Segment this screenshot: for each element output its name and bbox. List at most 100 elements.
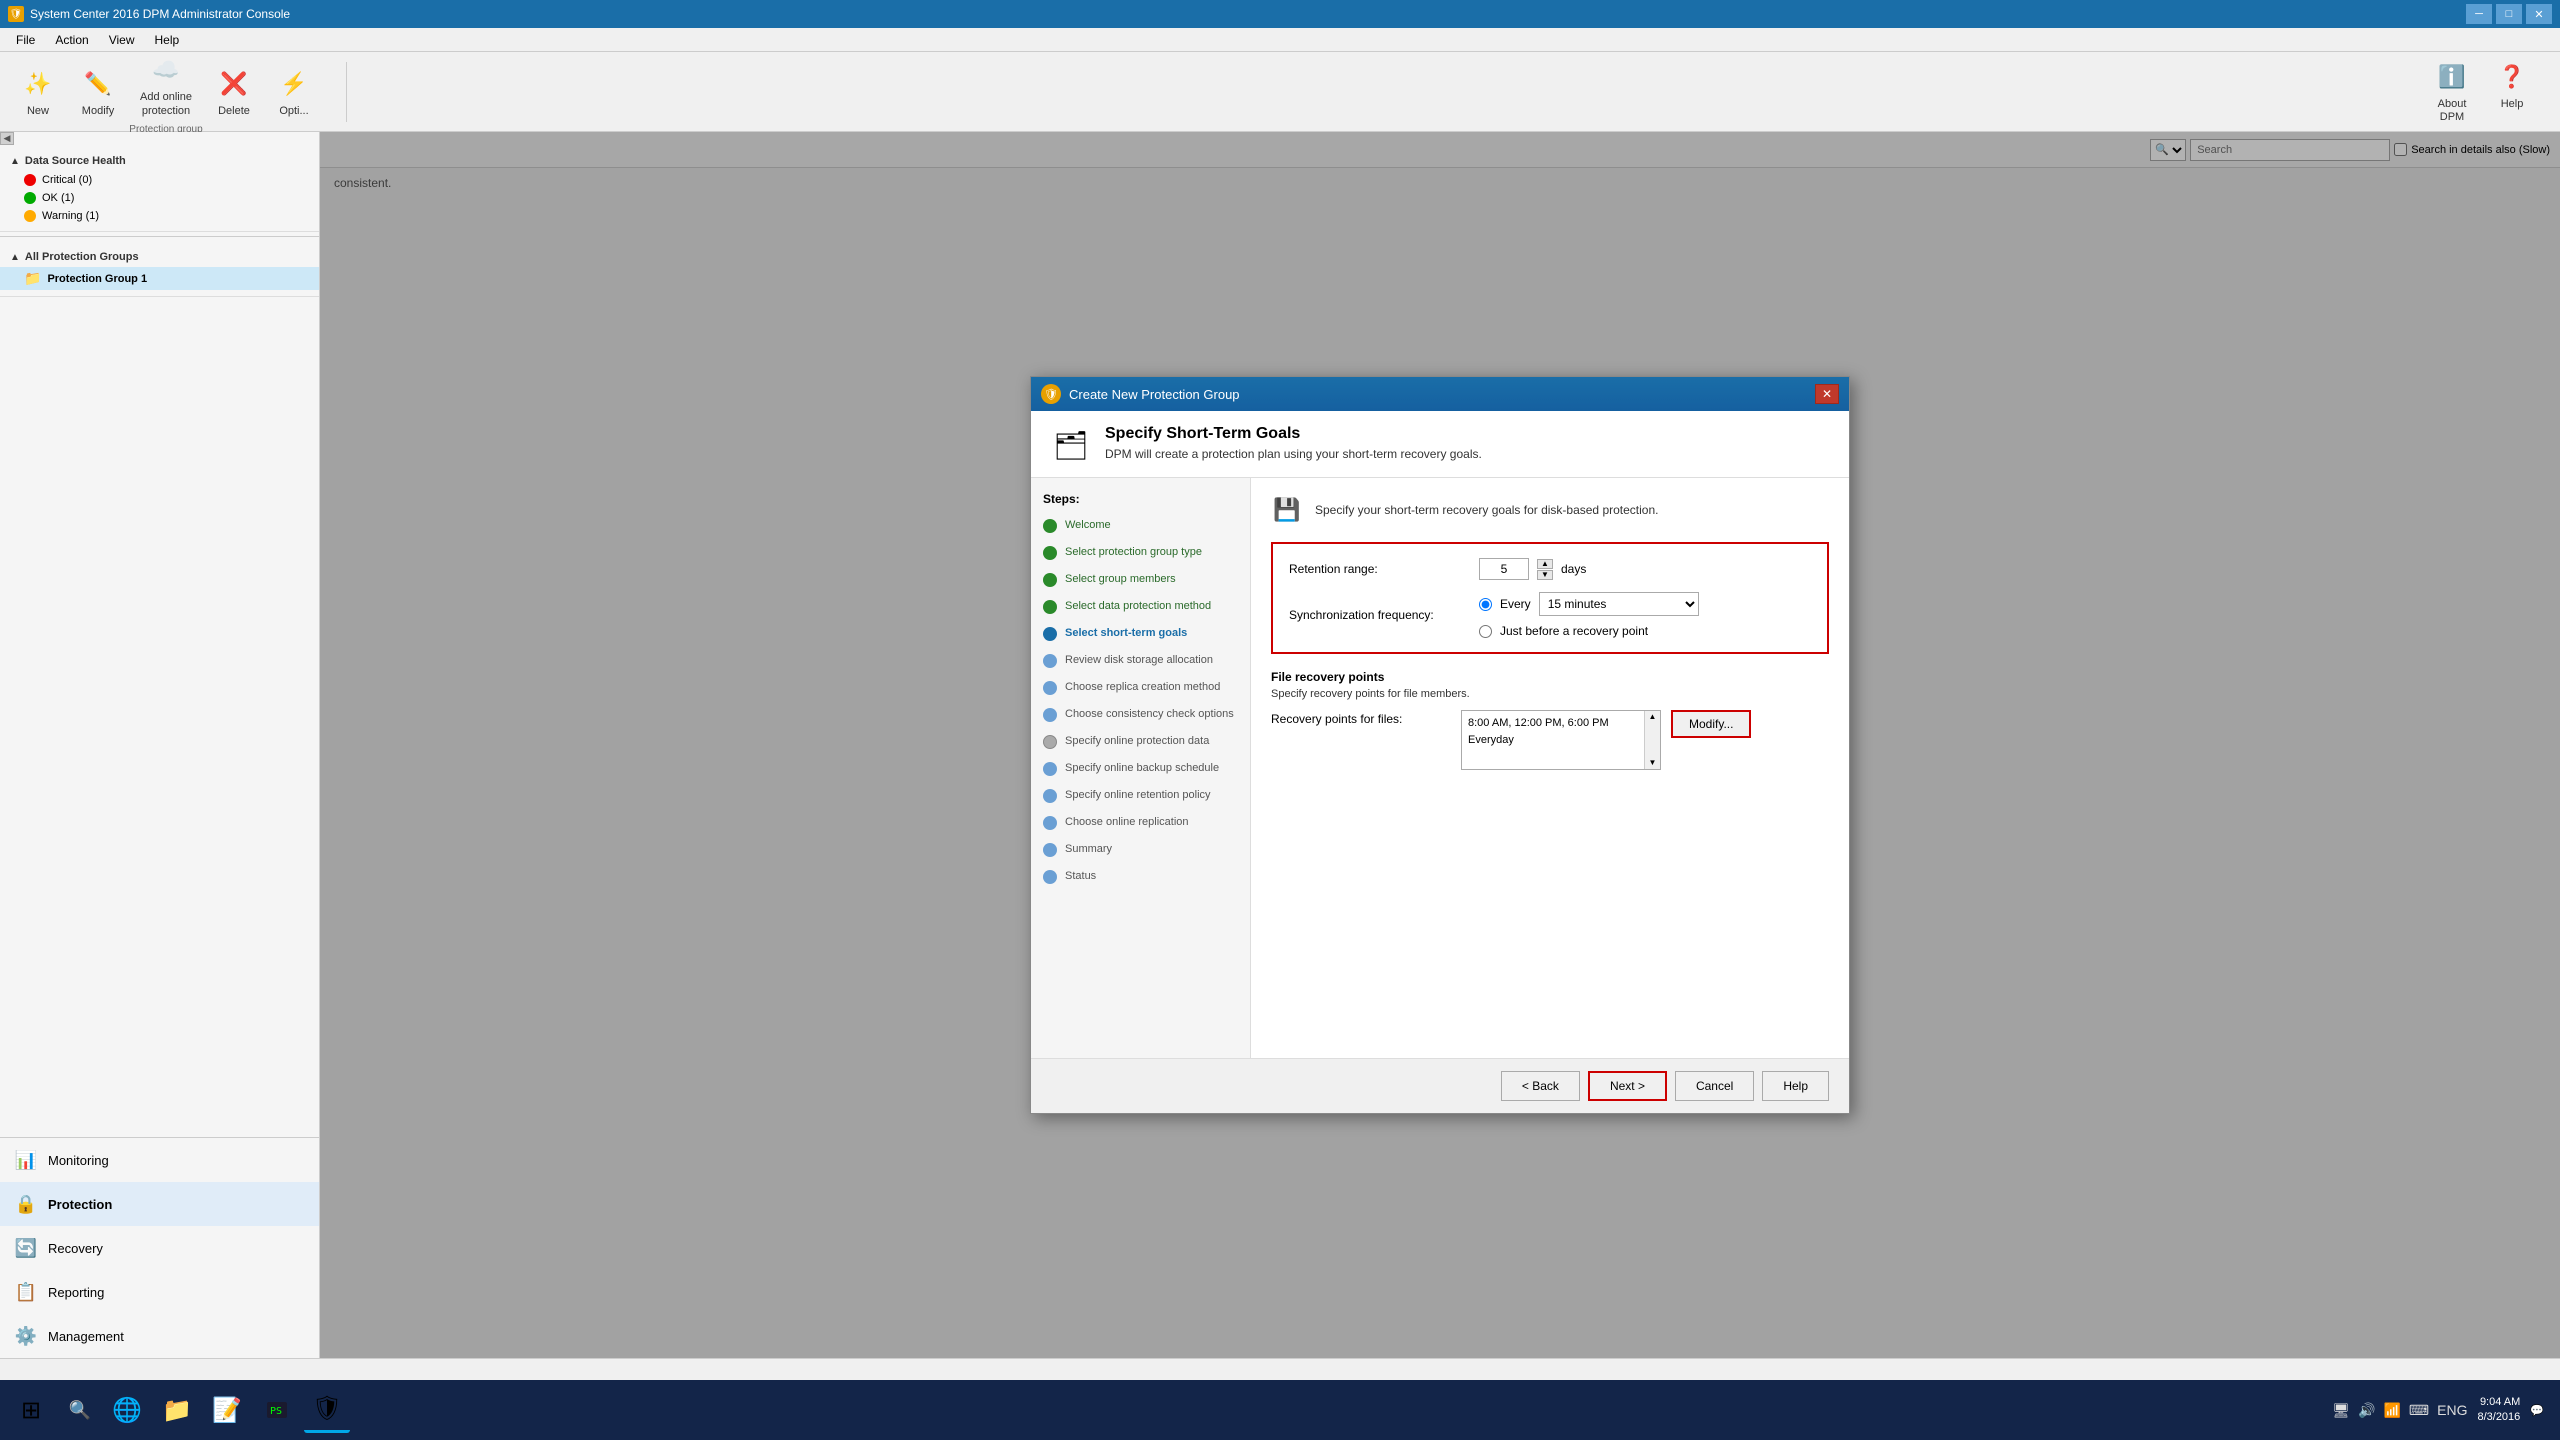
step-online-backup-label: Specify online backup schedule	[1065, 761, 1219, 775]
back-button[interactable]: < Back	[1501, 1071, 1580, 1101]
optimize-button[interactable]: ⚡ Opti...	[266, 62, 322, 122]
screen-icon[interactable]: 🖥	[2332, 1402, 2350, 1419]
step-welcome-label: Welcome	[1065, 518, 1111, 532]
delete-button[interactable]: ❌ Delete	[206, 62, 262, 122]
app-icon: 🛡	[8, 6, 24, 22]
sync-radio-group: Every 15 minutes 30 minutes 1 hour 2 hou…	[1479, 592, 1699, 638]
sync-interval-dropdown[interactable]: 15 minutes 30 minutes 1 hour 2 hours 4 h…	[1539, 592, 1699, 616]
network-icon[interactable]: 📶	[2383, 1402, 2400, 1419]
modify-icon: ✏️	[80, 66, 116, 102]
taskbar-notepad[interactable]: 📝	[204, 1387, 250, 1433]
taskbar-ie[interactable]: 🌐	[104, 1387, 150, 1433]
taskbar-explorer[interactable]: 📁	[154, 1387, 200, 1433]
sidebar-item-warning[interactable]: Warning (1)	[0, 207, 319, 225]
recovery-points-row: Recovery points for files: 8:00 AM, 12:0…	[1271, 710, 1829, 770]
step-select-members[interactable]: Select group members	[1043, 570, 1238, 589]
close-button[interactable]: ✕	[2526, 4, 2552, 24]
new-button[interactable]: ✨ New	[10, 62, 66, 122]
step-replica-method[interactable]: Choose replica creation method	[1043, 678, 1238, 697]
nav-protection[interactable]: 🔒 Protection	[0, 1182, 319, 1226]
nav-recovery[interactable]: 🔄 Recovery	[0, 1226, 319, 1270]
maximize-button[interactable]: □	[2496, 4, 2522, 24]
optimize-label: Opti...	[279, 105, 308, 118]
modify-label: Modify	[82, 105, 114, 118]
taskbar-cmd[interactable]: PS	[254, 1387, 300, 1433]
help-dialog-button[interactable]: Help	[1762, 1071, 1829, 1101]
nav-monitoring[interactable]: 📊 Monitoring	[0, 1138, 319, 1182]
taskbar: ⊞ 🔍 🌐 📁 📝 PS 🛡 🖥 🔊 📶 ⌨ ENG 9:04 AM 8/3/2…	[0, 1380, 2560, 1440]
chevron-down-icon: ▲	[10, 156, 20, 167]
sync-label: Synchronization frequency:	[1289, 608, 1469, 622]
dialog-close-button[interactable]: ✕	[1815, 384, 1839, 404]
modify-recovery-points-button[interactable]: Modify...	[1671, 710, 1751, 738]
menu-help[interactable]: Help	[145, 31, 190, 49]
sidebar-critical-label: Critical (0)	[42, 174, 92, 186]
nav-reporting[interactable]: 📋 Reporting	[0, 1270, 319, 1314]
scroll-down-button[interactable]: ▼	[1649, 759, 1657, 767]
step-replica-method-label: Choose replica creation method	[1065, 680, 1220, 694]
sidebar-protection-groups-header[interactable]: ▲ All Protection Groups	[0, 247, 319, 267]
help-toolbar-button[interactable]: ❓ Help	[2484, 55, 2540, 128]
app-window: 🛡 System Center 2016 DPM Administrator C…	[0, 0, 2560, 1380]
step-online-replication[interactable]: Choose online replication	[1043, 813, 1238, 832]
sidebar-data-source-label: Data Source Health	[25, 155, 126, 167]
step-short-term[interactable]: Select short-term goals	[1043, 624, 1238, 643]
nav-management[interactable]: ⚙️ Management	[0, 1314, 319, 1358]
retention-input[interactable]	[1479, 558, 1529, 580]
new-label: New	[27, 105, 49, 118]
notification-icon[interactable]: 💬	[2530, 1404, 2544, 1417]
step-online-retention[interactable]: Specify online retention policy	[1043, 786, 1238, 805]
dialog-header-text: Specify Short-Term Goals DPM will create…	[1105, 425, 1482, 461]
volume-icon[interactable]: 🔊	[2358, 1402, 2375, 1419]
app-title: System Center 2016 DPM Administrator Con…	[30, 7, 290, 21]
sidebar-item-protection-group-1[interactable]: 📁 Protection Group 1	[0, 267, 319, 290]
file-recovery-section: File recovery points Specify recovery po…	[1271, 670, 1829, 770]
recovery-points-label: Recovery points for files:	[1271, 710, 1451, 726]
modify-button[interactable]: ✏️ Modify	[70, 62, 126, 122]
taskbar-clock[interactable]: 9:04 AM 8/3/2016	[2477, 1395, 2520, 1426]
sidebar-warning-label: Warning (1)	[42, 210, 99, 222]
clock-date: 8/3/2016	[2477, 1410, 2520, 1425]
retention-decrement-button[interactable]: ▼	[1537, 570, 1553, 580]
warning-status-icon	[24, 210, 36, 222]
step-select-type[interactable]: Select protection group type	[1043, 543, 1238, 562]
retention-increment-button[interactable]: ▲	[1537, 559, 1553, 569]
about-button[interactable]: ℹ️ AboutDPM	[2424, 55, 2480, 128]
sidebar-data-source-health: ▲ Data Source Health Critical (0) OK (1)…	[0, 145, 319, 232]
nav-recovery-label: Recovery	[48, 1241, 103, 1256]
step-consistency[interactable]: Choose consistency check options	[1043, 705, 1238, 724]
keyboard-icon[interactable]: ⌨	[2409, 1402, 2429, 1419]
next-button[interactable]: Next >	[1588, 1071, 1667, 1101]
sidebar-item-ok[interactable]: OK (1)	[0, 189, 319, 207]
minimize-button[interactable]: ─	[2466, 4, 2492, 24]
start-button[interactable]: ⊞	[6, 1385, 56, 1435]
step-status[interactable]: Status	[1043, 867, 1238, 886]
step-online-data[interactable]: Specify online protection data	[1043, 732, 1238, 751]
step-disk-storage-dot	[1043, 654, 1057, 668]
cancel-button[interactable]: Cancel	[1675, 1071, 1754, 1101]
sync-recovery-point-radio[interactable]	[1479, 625, 1492, 638]
step-summary[interactable]: Summary	[1043, 840, 1238, 859]
sidebar-data-source-header[interactable]: ▲ Data Source Health	[0, 151, 319, 171]
menu-view[interactable]: View	[99, 31, 145, 49]
disk-hint-icon: 💾	[1271, 494, 1303, 526]
add-online-protection-button[interactable]: ☁️ Add onlineprotection	[130, 48, 202, 121]
nav-management-label: Management	[48, 1329, 124, 1344]
sidebar-item-critical[interactable]: Critical (0)	[0, 171, 319, 189]
step-select-method[interactable]: Select data protection method	[1043, 597, 1238, 616]
sidebar-collapse-button[interactable]: ◀	[0, 132, 14, 145]
step-status-dot	[1043, 870, 1057, 884]
dialog-header-icon: 🗂	[1051, 425, 1091, 465]
step-disk-storage[interactable]: Review disk storage allocation	[1043, 651, 1238, 670]
step-online-backup[interactable]: Specify online backup schedule	[1043, 759, 1238, 778]
menu-file[interactable]: File	[6, 31, 45, 49]
scroll-up-button[interactable]: ▲	[1649, 713, 1657, 721]
menu-action[interactable]: Action	[45, 31, 98, 49]
taskbar-search-button[interactable]: 🔍	[60, 1390, 100, 1430]
step-welcome[interactable]: Welcome	[1043, 516, 1238, 535]
sync-every-radio[interactable]	[1479, 598, 1492, 611]
taskbar-dpm[interactable]: 🛡	[304, 1387, 350, 1433]
step-online-retention-label: Specify online retention policy	[1065, 788, 1211, 802]
add-online-icon: ☁️	[148, 52, 184, 88]
dialog-header-title: Specify Short-Term Goals	[1105, 425, 1482, 443]
